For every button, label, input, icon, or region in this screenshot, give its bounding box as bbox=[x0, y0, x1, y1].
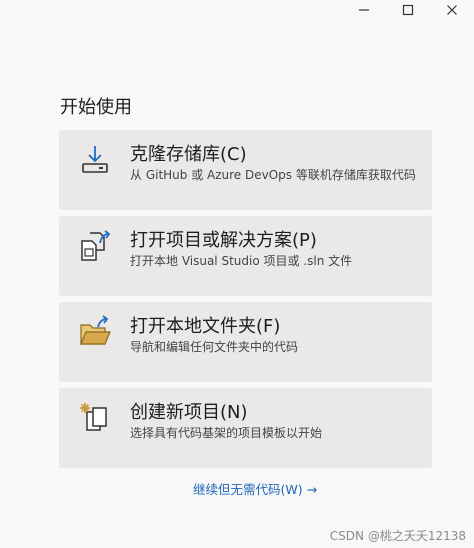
open-folder-icon bbox=[77, 314, 113, 350]
create-project-card[interactable]: 创建新项目(N) 选择具有代码基架的项目模板以开始 bbox=[59, 388, 432, 468]
card-description: 选择具有代码基架的项目模板以开始 bbox=[130, 426, 323, 440]
card-title: 创建新项目(N) bbox=[130, 402, 248, 423]
close-icon bbox=[447, 5, 457, 15]
watermark: CSDN @桃之夭夭12138 bbox=[329, 529, 466, 543]
get-started-cards: 克隆存储库(C) 从 GitHub 或 Azure DevOps 等联机存储库获… bbox=[59, 130, 432, 474]
clone-download-icon bbox=[77, 142, 113, 178]
maximize-button[interactable] bbox=[386, 0, 430, 20]
maximize-icon bbox=[402, 4, 414, 16]
card-title: 克隆存储库(C) bbox=[130, 144, 247, 165]
open-project-icon bbox=[77, 228, 113, 264]
card-description: 导航和编辑任何文件夹中的代码 bbox=[130, 340, 299, 354]
card-description: 从 GitHub 或 Azure DevOps 等联机存储库获取代码 bbox=[130, 168, 416, 182]
card-description: 打开本地 Visual Studio 项目或 .sln 文件 bbox=[130, 254, 353, 268]
open-project-card[interactable]: 打开项目或解决方案(P) 打开本地 Visual Studio 项目或 .sln… bbox=[59, 216, 432, 296]
window-controls bbox=[342, 0, 474, 20]
open-folder-card[interactable]: 打开本地文件夹(F) 导航和编辑任何文件夹中的代码 bbox=[59, 302, 432, 382]
card-title: 打开本地文件夹(F) bbox=[130, 316, 281, 337]
clone-repository-card[interactable]: 克隆存储库(C) 从 GitHub 或 Azure DevOps 等联机存储库获… bbox=[59, 130, 432, 210]
card-title: 打开项目或解决方案(P) bbox=[130, 230, 317, 251]
new-project-icon bbox=[77, 400, 113, 436]
minimize-icon bbox=[359, 9, 369, 11]
minimize-button[interactable] bbox=[342, 0, 386, 20]
page-heading: 开始使用 bbox=[60, 97, 132, 118]
close-button[interactable] bbox=[430, 0, 474, 20]
continue-without-code-link[interactable]: 继续但无需代码(W) → bbox=[193, 479, 317, 498]
